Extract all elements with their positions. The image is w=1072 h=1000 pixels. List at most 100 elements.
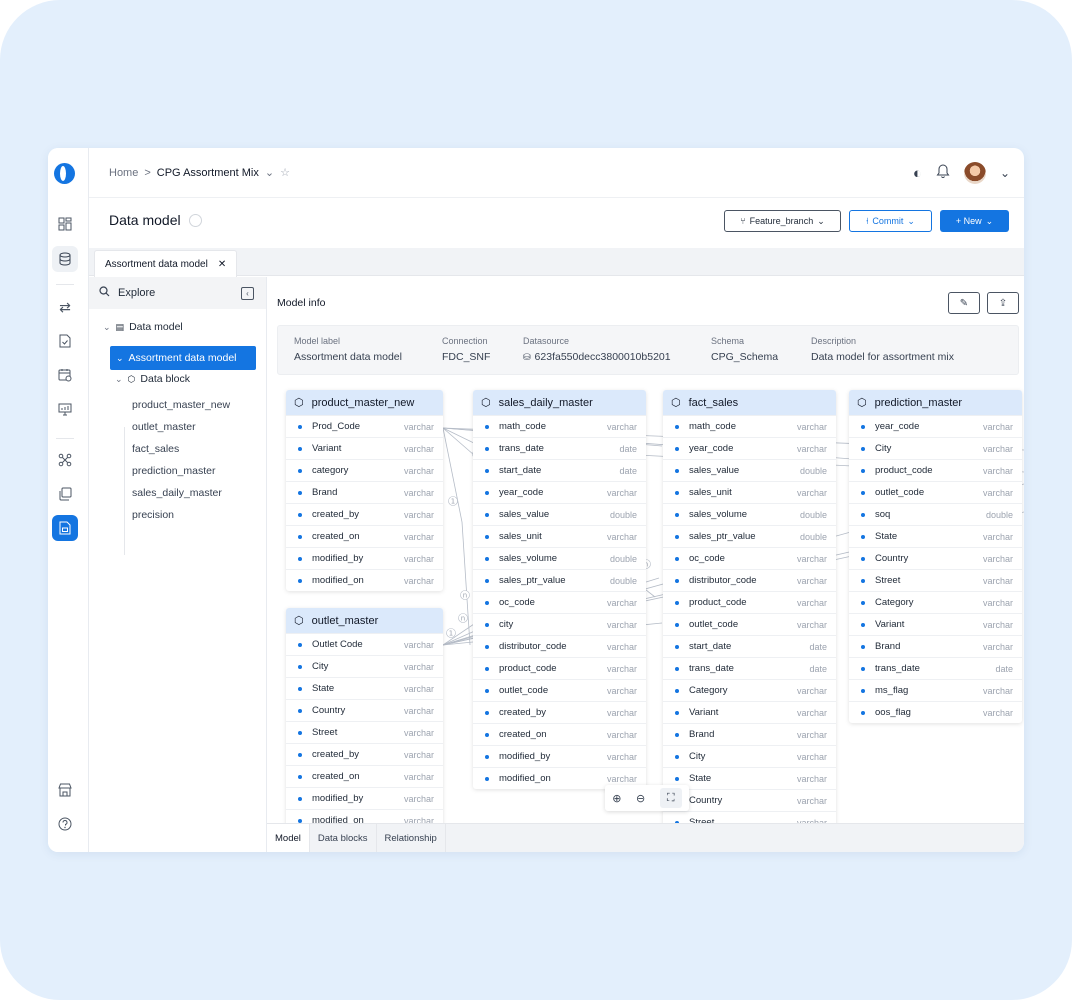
brand-logo-icon[interactable]: [54, 163, 75, 184]
table-row[interactable]: created_by varchar: [286, 503, 443, 525]
calendar-clock-icon[interactable]: [52, 362, 78, 388]
table-row[interactable]: city varchar: [473, 613, 646, 635]
table-row[interactable]: ms_flag varchar: [849, 679, 1022, 701]
table-row[interactable]: product_code varchar: [849, 459, 1022, 481]
tree-item-data-model[interactable]: ⌄ ▤ Data model: [103, 321, 183, 333]
export-button[interactable]: ⇪: [987, 292, 1019, 314]
table-product-master-new[interactable]: ⬡ product_master_new Prod_Code varchar Var…: [286, 390, 443, 591]
table-row[interactable]: City varchar: [663, 745, 836, 767]
tab-relationship[interactable]: Relationship: [377, 824, 446, 852]
table-row[interactable]: soq double: [849, 503, 1022, 525]
monitor-chart-icon[interactable]: [52, 396, 78, 422]
table-row[interactable]: sales_volume double: [473, 547, 646, 569]
table-row[interactable]: Variant varchar: [849, 613, 1022, 635]
table-row[interactable]: distributor_code varchar: [663, 569, 836, 591]
table-row[interactable]: sales_unit varchar: [473, 525, 646, 547]
table-row[interactable]: State varchar: [663, 767, 836, 789]
table-row[interactable]: trans_date date: [663, 657, 836, 679]
table-row[interactable]: Brand varchar: [286, 481, 443, 503]
table-prediction-master[interactable]: ⬡ prediction_master year_code varchar City…: [849, 390, 1022, 723]
table-row[interactable]: Country varchar: [849, 547, 1022, 569]
table-row[interactable]: modified_by varchar: [286, 547, 443, 569]
table-row[interactable]: outlet_code varchar: [663, 613, 836, 635]
zoom-out-icon[interactable]: ⊖: [636, 792, 645, 805]
table-row[interactable]: product_code varchar: [663, 591, 836, 613]
edit-button[interactable]: ✎: [948, 292, 980, 314]
data-model-icon[interactable]: [52, 515, 78, 541]
table-row[interactable]: trans_date date: [473, 437, 646, 459]
tree-leaf[interactable]: product_master_new: [132, 399, 230, 411]
database-icon[interactable]: [52, 246, 78, 272]
close-icon[interactable]: ✕: [218, 259, 226, 270]
table-row[interactable]: product_code varchar: [473, 657, 646, 679]
table-row[interactable]: category varchar: [286, 459, 443, 481]
chevron-down-icon[interactable]: ⌄: [115, 374, 123, 385]
shuffle-icon[interactable]: ⇄: [52, 294, 78, 320]
table-header[interactable]: ⬡ product_master_new: [286, 390, 443, 415]
table-row[interactable]: created_by varchar: [286, 743, 443, 765]
table-row[interactable]: State varchar: [849, 525, 1022, 547]
zoom-in-icon[interactable]: ⊕: [612, 792, 621, 805]
tree-item-data-block[interactable]: ⌄ ⬡ Data block: [115, 373, 190, 385]
table-row[interactable]: modified_on varchar: [286, 809, 443, 823]
table-row[interactable]: math_code varchar: [663, 415, 836, 437]
search-icon[interactable]: [99, 286, 110, 300]
tree-leaf[interactable]: prediction_master: [132, 465, 215, 477]
table-row[interactable]: Street varchar: [663, 811, 836, 823]
table-row[interactable]: created_on varchar: [286, 525, 443, 547]
table-row[interactable]: oc_code varchar: [663, 547, 836, 569]
table-row[interactable]: year_code varchar: [663, 437, 836, 459]
commit-button[interactable]: ⍿ Commit ⌄: [849, 210, 932, 232]
star-icon[interactable]: ☆: [280, 166, 290, 179]
table-header[interactable]: ⬡ sales_daily_master: [473, 390, 646, 415]
bell-icon[interactable]: [936, 163, 950, 183]
table-row[interactable]: year_code varchar: [849, 415, 1022, 437]
store-icon[interactable]: [52, 777, 78, 803]
table-row[interactable]: sales_ptr_value double: [473, 569, 646, 591]
table-row[interactable]: oc_code varchar: [473, 591, 646, 613]
table-row[interactable]: Variant varchar: [286, 437, 443, 459]
chevron-down-icon[interactable]: ⌄: [103, 322, 111, 333]
table-row[interactable]: Country varchar: [286, 699, 443, 721]
table-fact-sales[interactable]: ⬡ fact_sales math_code varchar year_code va…: [663, 390, 836, 823]
table-row[interactable]: sales_value double: [663, 459, 836, 481]
copy-layers-icon[interactable]: [52, 481, 78, 507]
table-header[interactable]: ⬡ prediction_master: [849, 390, 1022, 415]
table-row[interactable]: Prod_Code varchar: [286, 415, 443, 437]
table-sales-daily-master[interactable]: ⬡ sales_daily_master math_code varchar tra…: [473, 390, 646, 789]
table-header[interactable]: ⬡ outlet_master: [286, 608, 443, 633]
table-row[interactable]: oos_flag varchar: [849, 701, 1022, 723]
table-row[interactable]: Outlet Code varchar: [286, 633, 443, 655]
dashboard-grid-icon[interactable]: [52, 211, 78, 237]
table-row[interactable]: sales_ptr_value double: [663, 525, 836, 547]
tab-model[interactable]: Model: [267, 824, 310, 852]
table-row[interactable]: sales_value double: [473, 503, 646, 525]
new-button[interactable]: + New ⌄: [940, 210, 1009, 232]
table-row[interactable]: Variant varchar: [663, 701, 836, 723]
table-row[interactable]: created_on varchar: [473, 723, 646, 745]
feature-branch-button[interactable]: ⑂ Feature_branch ⌄: [724, 210, 841, 232]
table-row[interactable]: Street varchar: [849, 569, 1022, 591]
table-row[interactable]: start_date date: [473, 459, 646, 481]
tree-leaf[interactable]: precision: [132, 509, 174, 521]
table-row[interactable]: State varchar: [286, 677, 443, 699]
tree-leaf[interactable]: outlet_master: [132, 421, 196, 433]
tab-assortment-data-model[interactable]: Assortment data model ✕: [94, 250, 238, 277]
table-row[interactable]: modified_by varchar: [286, 787, 443, 809]
chevron-down-icon[interactable]: ⌄: [1000, 166, 1010, 180]
fit-view-icon[interactable]: ⛶: [659, 788, 682, 808]
table-row[interactable]: created_by varchar: [473, 701, 646, 723]
table-row[interactable]: math_code varchar: [473, 415, 646, 437]
table-row[interactable]: Brand varchar: [849, 635, 1022, 657]
table-row[interactable]: Street varchar: [286, 721, 443, 743]
chevron-down-icon[interactable]: ⌄: [265, 166, 274, 179]
table-row[interactable]: distributor_code varchar: [473, 635, 646, 657]
table-row[interactable]: modified_by varchar: [473, 745, 646, 767]
table-row[interactable]: Category varchar: [663, 679, 836, 701]
theme-toggle-icon[interactable]: ◐: [913, 165, 922, 182]
table-row[interactable]: start_date date: [663, 635, 836, 657]
tree-item-assortment-data-model[interactable]: ⌄ Assortment data model: [110, 346, 256, 370]
table-row[interactable]: year_code varchar: [473, 481, 646, 503]
table-row[interactable]: Brand varchar: [663, 723, 836, 745]
table-row[interactable]: trans_date date: [849, 657, 1022, 679]
